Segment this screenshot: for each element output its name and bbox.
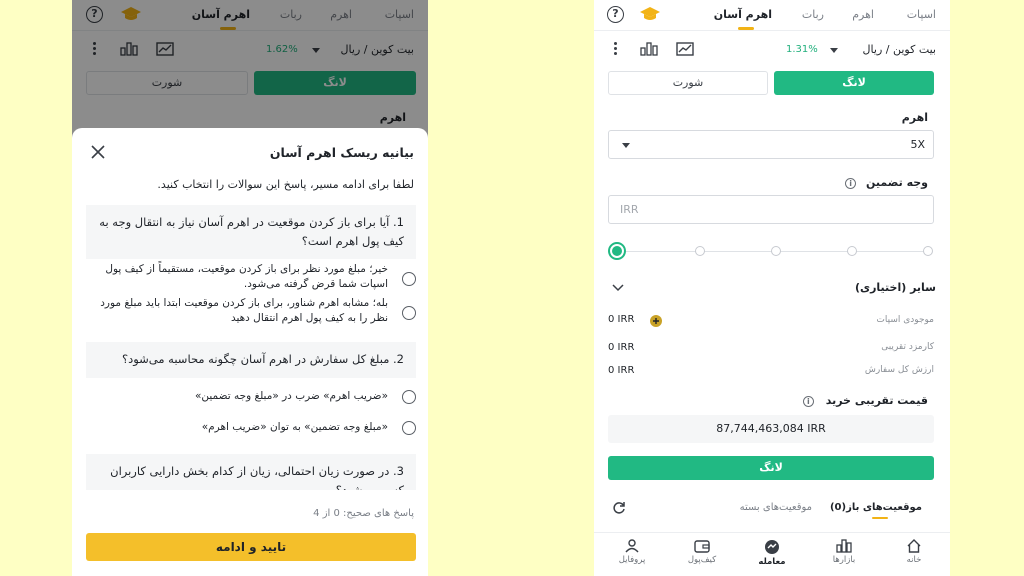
nav-profile-label: پروفایل	[618, 555, 646, 565]
nav-home[interactable]: خانه	[884, 539, 944, 565]
price-change: 1.31%	[786, 44, 818, 55]
tab-open-positions[interactable]: موقعیت‌های باز(0)	[830, 502, 922, 513]
slider-handle[interactable]	[608, 242, 626, 260]
approx-price-value: 87,744,463,084 IRR	[608, 415, 934, 443]
q1-option-1[interactable]: خیر؛ مبلغ مورد نظر برای باز کردن موقعیت،…	[86, 262, 416, 296]
markets-icon	[836, 539, 852, 553]
nav-wallet[interactable]: کیف‌پول	[672, 539, 732, 565]
confirm-continue-button[interactable]: تایید و ادامه	[86, 533, 416, 561]
bottom-nav: خانه بازارها معامله کیف‌پول پروفایل	[594, 532, 950, 576]
sheet-title: بیانیه ریسک اهرم آسان	[269, 145, 414, 160]
chevron-down-icon[interactable]	[830, 48, 838, 53]
order-value-value: 0 IRR	[608, 365, 635, 376]
question-2: 2. مبلغ کل سفارش در اهرم آسان چگونه محاس…	[86, 342, 416, 378]
q2-option-2-text: «مبلغ وجه تضمین» به توان «ضریب اهرم»	[201, 421, 388, 433]
profile-icon	[625, 539, 639, 553]
slider-step[interactable]	[923, 246, 933, 256]
chevron-down-icon[interactable]	[612, 284, 624, 292]
margin-label-text: وجه تضمین	[866, 176, 928, 189]
margin-slider[interactable]	[608, 242, 934, 262]
correct-answers-count: پاسخ های صحیح: 0 از 4	[313, 508, 414, 519]
tab-margin[interactable]: اهرم	[852, 8, 874, 21]
line-chart-icon[interactable]	[676, 42, 694, 56]
slider-step[interactable]	[771, 246, 781, 256]
leverage-label: اهرم	[901, 111, 928, 124]
leverage-select[interactable]: 5X	[608, 130, 934, 159]
radio-button[interactable]	[402, 421, 416, 435]
margin-input-placeholder: IRR	[620, 203, 639, 216]
sheet-subtitle: لطفا برای ادامه مسیر، پاسخ این سوالات را…	[157, 178, 414, 191]
bar-chart-icon[interactable]	[640, 41, 658, 56]
q1-option-2-text: بله؛ مشابه اهرم شناور، برای باز کردن موق…	[100, 297, 388, 324]
q2-option-2[interactable]: «مبلغ وجه تضمین» به توان «ضریب اهرم»	[86, 419, 416, 437]
q1-option-1-text: خیر؛ مبلغ مورد نظر برای باز کردن موقعیت،…	[105, 263, 388, 290]
pair-name[interactable]: بیت کوین / ریال	[863, 43, 936, 56]
nav-wallet-label: کیف‌پول	[687, 555, 717, 565]
nav-profile[interactable]: پروفایل	[602, 539, 662, 565]
tab-closed-positions[interactable]: موقعیت‌های بسته	[740, 502, 812, 513]
top-nav: اسپات اهرم ربات اهرم آسان ?	[594, 0, 950, 31]
nav-home-label: خانه	[906, 555, 922, 565]
nav-markets-label: بازارها	[832, 555, 856, 565]
help-icon[interactable]: ?	[607, 6, 624, 23]
approx-price-label-text: قیمت تقریبی خرید	[825, 394, 928, 407]
margin-label: وجه تضمین i	[845, 176, 928, 189]
spot-balance-value: 0 IRR	[608, 314, 635, 325]
long-button[interactable]: لانگ	[774, 71, 934, 95]
home-icon	[907, 539, 921, 553]
short-button[interactable]: شورت	[608, 71, 768, 95]
q2-option-1-text: «ضریب اهرم» ضرب در «مبلغ وجه تضمین»	[194, 390, 388, 402]
trade-icon	[765, 540, 779, 554]
long-submit-button[interactable]: لانگ	[608, 456, 934, 480]
q2-option-1[interactable]: «ضریب اهرم» ضرب در «مبلغ وجه تضمین»	[86, 388, 416, 406]
chevron-down-icon[interactable]	[622, 143, 630, 148]
long-short-toggle: لانگ شورت	[608, 71, 934, 95]
nav-trade[interactable]: معامله	[742, 539, 802, 567]
graduation-cap-icon[interactable]	[639, 6, 661, 22]
refresh-icon[interactable]	[612, 501, 626, 515]
more-icon[interactable]	[614, 42, 618, 57]
fee-value: 0 IRR	[608, 342, 635, 353]
leverage-value: 5X	[910, 138, 925, 151]
risk-statement-sheet: بیانیه ریسک اهرم آسان لطفا برای ادامه مس…	[72, 128, 428, 576]
radio-button[interactable]	[402, 272, 416, 286]
fee-label: کارمزد تقریبی	[881, 342, 934, 352]
tab-easy-leverage[interactable]: اهرم آسان	[714, 8, 772, 21]
info-icon[interactable]: i	[802, 395, 814, 407]
question-3: 3. در صورت زیان احتمالی، زیان از کدام بخ…	[86, 454, 416, 490]
slider-step[interactable]	[847, 246, 857, 256]
left-phone-screen: اسپات اهرم ربات اهرم آسان ? بیت کوین / ر…	[72, 0, 428, 576]
wallet-icon	[694, 540, 710, 553]
q1-option-2[interactable]: بله؛ مشابه اهرم شناور، برای باز کردن موق…	[86, 296, 416, 330]
pair-row: بیت کوین / ریال 1.31%	[594, 36, 950, 64]
radio-button[interactable]	[402, 390, 416, 404]
slider-step[interactable]	[695, 246, 705, 256]
nav-markets[interactable]: بازارها	[814, 539, 874, 565]
tab-bot[interactable]: ربات	[802, 8, 824, 21]
add-circle-icon[interactable]	[650, 315, 662, 327]
nav-trade-label: معامله	[758, 557, 786, 567]
radio-button[interactable]	[402, 306, 416, 320]
order-value-label: ارزش کل سفارش	[864, 365, 934, 375]
tab-spot[interactable]: اسپات	[907, 8, 936, 21]
info-icon[interactable]: i	[845, 177, 857, 189]
other-optional-label[interactable]: سایر (اختیاری)	[855, 281, 936, 294]
spot-balance-label: موجودی اسپات	[876, 315, 934, 325]
question-1: 1. آیا برای باز کردن موقعیت در اهرم آسان…	[86, 205, 416, 259]
close-icon[interactable]	[90, 144, 106, 160]
right-phone-screen: اسپات اهرم ربات اهرم آسان ? بیت کوین / ر…	[594, 0, 950, 576]
active-tab-indicator	[872, 517, 888, 519]
margin-input[interactable]: IRR	[608, 195, 934, 224]
active-tab-indicator	[738, 27, 754, 30]
approx-price-label: قیمت تقریبی خرید i	[802, 394, 928, 407]
